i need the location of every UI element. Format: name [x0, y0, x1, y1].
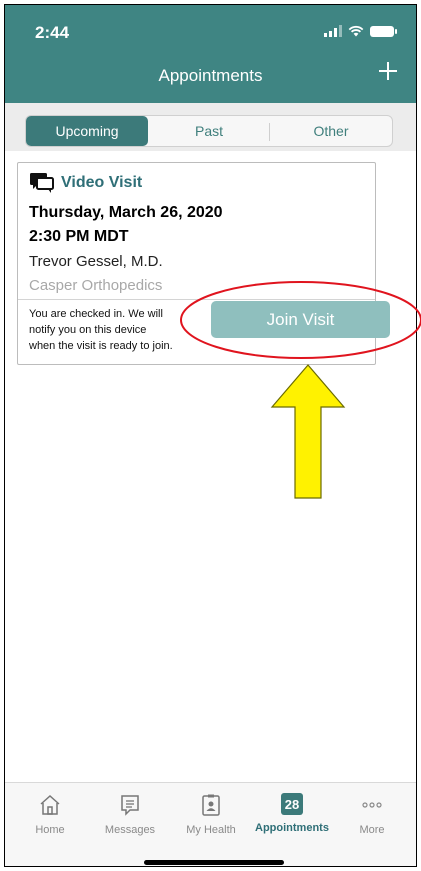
- checkin-line: when the visit is ready to join.: [29, 340, 173, 352]
- checkin-line: notify you on this device: [29, 324, 147, 336]
- tab-messages[interactable]: Messages: [89, 793, 171, 836]
- card-divider: [18, 299, 375, 300]
- tab-bar: Home Messages My Health 28 Appointments: [5, 782, 416, 866]
- visit-type-label: Video Visit: [61, 174, 143, 191]
- tab-my-health[interactable]: My Health: [170, 793, 252, 836]
- tab-appointments[interactable]: 28 Appointments: [251, 793, 333, 834]
- video-chat-icon: [30, 173, 54, 193]
- segment-label: Past: [194, 123, 223, 139]
- status-time: 2:44: [35, 23, 70, 42]
- status-icons: [324, 25, 397, 37]
- tab-label: Appointments: [255, 822, 329, 834]
- calendar-icon: 28: [281, 793, 303, 815]
- wifi-icon: [348, 25, 364, 37]
- tab-label: Messages: [104, 824, 156, 836]
- department-name: Casper Orthopedics: [29, 277, 163, 294]
- battery-icon: [370, 25, 397, 37]
- segment-upcoming[interactable]: Upcoming: [26, 116, 148, 146]
- home-icon: [40, 794, 60, 815]
- add-appointment-button[interactable]: [374, 57, 402, 85]
- segment-past[interactable]: Past: [148, 116, 270, 146]
- checkin-line: You are checked in. We will: [29, 308, 163, 320]
- tab-label: More: [359, 824, 385, 836]
- appointment-time: 2:30 PM MDT: [29, 228, 129, 245]
- tab-label: Home: [35, 824, 65, 836]
- provider-name: Trevor Gessel, M.D.: [29, 253, 163, 270]
- appointment-filter-segmented-control: Upcoming Past Other: [25, 115, 393, 147]
- page-title: Appointments: [158, 66, 263, 85]
- tab-home[interactable]: Home: [9, 793, 91, 836]
- message-icon: [121, 795, 139, 816]
- more-dots-icon: [362, 802, 382, 808]
- segment-other[interactable]: Other: [270, 116, 392, 146]
- header-bar: 2:44 Appointments: [5, 5, 416, 103]
- tab-label: My Health: [186, 824, 236, 836]
- plus-icon: [379, 62, 397, 80]
- join-visit-button[interactable]: Join Visit: [211, 301, 390, 338]
- segment-label: Upcoming: [55, 123, 119, 139]
- checkin-message: You are checked in. We will notify you o…: [29, 306, 211, 354]
- phone-screen: 2:44 Appointments Upcoming Past Other Vi…: [4, 4, 417, 867]
- visit-type: Video Visit: [29, 172, 142, 194]
- tab-more[interactable]: More: [331, 793, 413, 836]
- signal-icon: [324, 25, 342, 37]
- appointment-date: Thursday, March 26, 2020: [29, 204, 223, 221]
- health-record-icon: [202, 794, 220, 816]
- segment-label: Other: [313, 123, 349, 139]
- home-indicator[interactable]: [144, 860, 284, 865]
